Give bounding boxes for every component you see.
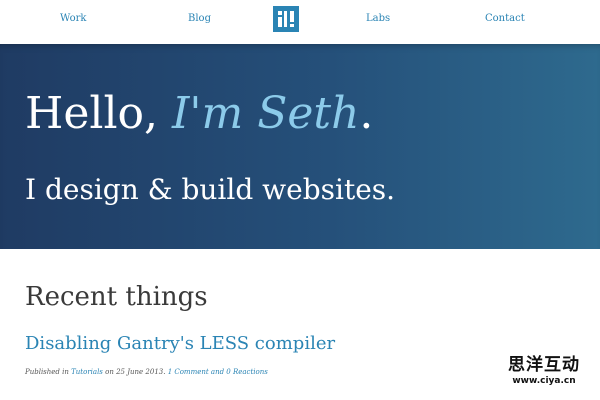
hero-greeting: Hello, I'm Seth. (25, 84, 373, 144)
hero-greeting-prefix: Hello, (25, 88, 159, 139)
nav-item-work[interactable]: Work (60, 13, 86, 24)
post-comments-link[interactable]: 1 Comment and 0 Reactions (168, 368, 268, 376)
site-logo-icon[interactable] (273, 6, 299, 32)
nav-item-blog[interactable]: Blog (188, 13, 211, 24)
nav-item-labs[interactable]: Labs (366, 13, 390, 24)
recent-things-heading: Recent things (25, 282, 208, 312)
post-meta: Published in Tutorials on 25 June 2013. … (25, 368, 268, 376)
post-meta-published: Published in (25, 368, 69, 376)
post-category-link[interactable]: Tutorials (71, 368, 103, 376)
hero-greeting-name: I'm Seth (172, 88, 360, 139)
post-title-link[interactable]: Disabling Gantry's LESS compiler (25, 331, 335, 357)
post-meta-date: on 25 June 2013. (105, 368, 166, 376)
hero-banner: Hello, I'm Seth. I design & build websit… (0, 44, 600, 249)
watermark-url: www.ciya.cn (512, 376, 576, 386)
top-navigation: Work Blog Labs Contact (0, 0, 600, 44)
hero-greeting-suffix: . (359, 88, 374, 139)
watermark-title: 思洋互动 (508, 355, 580, 375)
hero-tagline: I design & build websites. (25, 173, 396, 206)
watermark: 思洋互动 www.ciya.cn (494, 355, 594, 387)
nav-item-contact[interactable]: Contact (485, 13, 525, 24)
